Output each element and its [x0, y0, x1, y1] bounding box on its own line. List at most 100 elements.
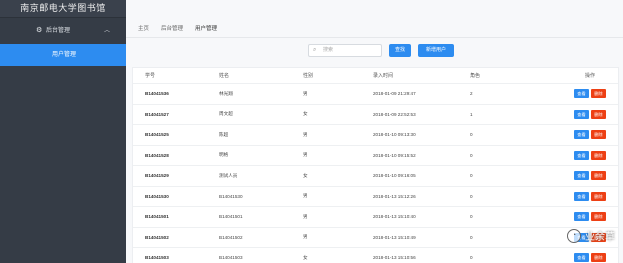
table-row: B14041503 B14041503 女 2018-01-13 15:10:56 0 查…	[133, 248, 618, 263]
cell-time: 2018-01-13 15:10:40	[373, 214, 416, 220]
col-header-name[interactable]: 姓名	[219, 72, 303, 79]
sidebar-group-admin[interactable]: ⚙ 后台管理 ︿	[0, 18, 126, 44]
cell-role: 0	[470, 193, 473, 199]
tab-home[interactable]: 主页	[132, 20, 155, 38]
main-content: 主页 后台管理 用户管理 ⌕ 搜索 查找 新增用户 学号 姓名 性别 录入时间 …	[126, 0, 623, 263]
view-button[interactable]: 查看	[574, 191, 589, 201]
cell-name: B14041503	[219, 255, 243, 261]
cell-gender: 女	[303, 254, 308, 260]
cell-gender: 男	[303, 193, 308, 199]
cell-id: B14041529	[145, 173, 169, 179]
view-button[interactable]: 查看	[574, 89, 589, 99]
search-input[interactable]: ⌕ 搜索	[308, 44, 382, 57]
cell-gender: 女	[303, 111, 308, 117]
view-button[interactable]: 查看	[574, 212, 589, 222]
table-row: B14041529 测试人员 女 2018-01-10 09:16:05 0 查看 删除	[133, 166, 618, 187]
cell-name: 周文超	[219, 111, 233, 117]
row-actions: 查看 删除	[574, 191, 606, 201]
delete-button[interactable]: 删除	[591, 171, 606, 181]
watermark-text: 业余草	[585, 232, 615, 243]
sidebar-item-user-management[interactable]: 用户管理	[0, 44, 126, 66]
sidebar: 南京邮电大学图书馆 ⚙ 后台管理 ︿ 用户管理	[0, 0, 126, 263]
cell-name: 陈超	[219, 131, 229, 137]
tab-user-management[interactable]: 用户管理	[189, 20, 223, 38]
cell-id: B14041502	[145, 234, 169, 240]
search-icon: ⌕	[313, 47, 317, 53]
delete-button[interactable]: 删除	[591, 130, 606, 140]
row-actions: 查看 删除	[574, 212, 606, 222]
cell-name: B14041501	[219, 214, 243, 220]
view-button[interactable]: 查看	[574, 130, 589, 140]
cell-actions: 查看 删除	[562, 191, 618, 201]
library-brand: 南京邮电大学图书馆	[0, 0, 126, 18]
col-header-role[interactable]: 角色	[470, 72, 562, 79]
sidebar-group-label: 后台管理	[46, 28, 71, 34]
cell-role: 0	[470, 234, 473, 240]
tab-admin[interactable]: 后台管理	[155, 20, 189, 38]
table-row: B14041501 B14041501 男 2018-01-13 15:10:40 0 查…	[133, 207, 618, 228]
cell-id: B14041530	[145, 193, 169, 199]
cell-time: 2018-01-09 21:29:47	[373, 91, 416, 97]
view-button[interactable]: 查看	[574, 150, 589, 160]
table-row: B14041502 B14041502 男 2018-01-13 15:10:49 0 查…	[133, 228, 618, 248]
search-placeholder: 搜索	[323, 47, 334, 53]
cell-gender: 女	[303, 172, 308, 178]
cell-role: 0	[470, 173, 473, 179]
cell-actions: 查看 删除	[562, 171, 618, 181]
cell-gender: 男	[303, 234, 308, 240]
row-actions: 查看 删除	[574, 89, 606, 99]
row-actions: 查看 删除	[574, 171, 606, 181]
cell-name: 测试人员	[219, 172, 238, 178]
table-row: B14041525 陈超 男 2018-01-10 09:13:30 0 查看 删除	[133, 125, 618, 146]
cell-name: B14041502	[219, 234, 243, 240]
breadcrumb: 主页 后台管理 用户管理	[126, 20, 623, 38]
cell-gender: 男	[303, 152, 308, 158]
col-header-time[interactable]: 录入时间	[373, 72, 470, 79]
cell-actions: 查看 删除	[562, 89, 618, 99]
delete-button[interactable]: 删除	[591, 253, 606, 263]
cell-time: 2018-01-13 15:10:56	[373, 255, 416, 261]
cell-name: B14041530	[219, 193, 243, 199]
cell-time: 2018-01-13 15:10:49	[373, 234, 416, 240]
cell-role: 0	[470, 255, 473, 261]
table-row: B14041528 明格 男 2018-01-10 09:15:52 0 查看 删除	[133, 146, 618, 166]
row-actions: 查看 删除	[574, 150, 606, 160]
user-table: 学号 姓名 性别 录入时间 角色 操作 B14041536 林光翔男 2018-01…	[132, 67, 619, 263]
cell-role: 2	[470, 91, 473, 97]
row-actions: 查看 删除	[574, 130, 606, 140]
delete-button[interactable]: 删除	[591, 150, 606, 160]
col-header-id[interactable]: 学号	[133, 72, 219, 79]
cell-gender: 男	[303, 131, 308, 137]
cell-gender: 男	[303, 90, 308, 96]
delete-button[interactable]: 删除	[591, 212, 606, 222]
table-row: B14041536 林光翔 男 2018-01-09 21:29:47 2 查看 删除	[133, 84, 618, 105]
cell-id: B14041528	[145, 152, 169, 158]
cell-actions: 查看 删除	[562, 253, 618, 263]
wechat-logo-icon: ◔	[567, 228, 581, 243]
view-button[interactable]: 查看	[574, 171, 589, 181]
view-button[interactable]: 查看	[574, 253, 589, 263]
add-user-button[interactable]: 新增用户	[418, 44, 454, 57]
cell-id: B14041536	[145, 91, 169, 97]
cell-actions: 查看 删除	[562, 130, 618, 140]
col-header-actions: 操作	[584, 73, 595, 79]
row-actions: 查看 删除	[574, 109, 606, 119]
cell-role: 0	[470, 214, 473, 220]
col-header-gender[interactable]: 性别	[303, 72, 373, 79]
view-button[interactable]: 查看	[574, 109, 589, 119]
cell-actions: 查看 删除	[562, 212, 618, 222]
delete-button[interactable]: 删除	[591, 191, 606, 201]
cell-actions: 查看 删除	[562, 109, 618, 119]
search-button[interactable]: 查找	[389, 44, 411, 57]
cell-time: 2018-01-09 22:52:53	[373, 111, 416, 117]
cell-time: 2018-01-13 15:12:26	[373, 193, 416, 199]
cell-id: B14041501	[145, 214, 169, 220]
cell-role: 1	[470, 111, 473, 117]
delete-button[interactable]: 删除	[591, 89, 606, 99]
cell-name: 明格	[219, 152, 229, 158]
table-header: 学号 姓名 性别 录入时间 角色 操作	[133, 68, 618, 84]
cell-gender: 男	[303, 213, 308, 219]
row-actions: 查看 删除	[574, 253, 606, 263]
delete-button[interactable]: 删除	[591, 109, 606, 119]
cell-time: 2018-01-10 09:16:05	[373, 173, 416, 179]
